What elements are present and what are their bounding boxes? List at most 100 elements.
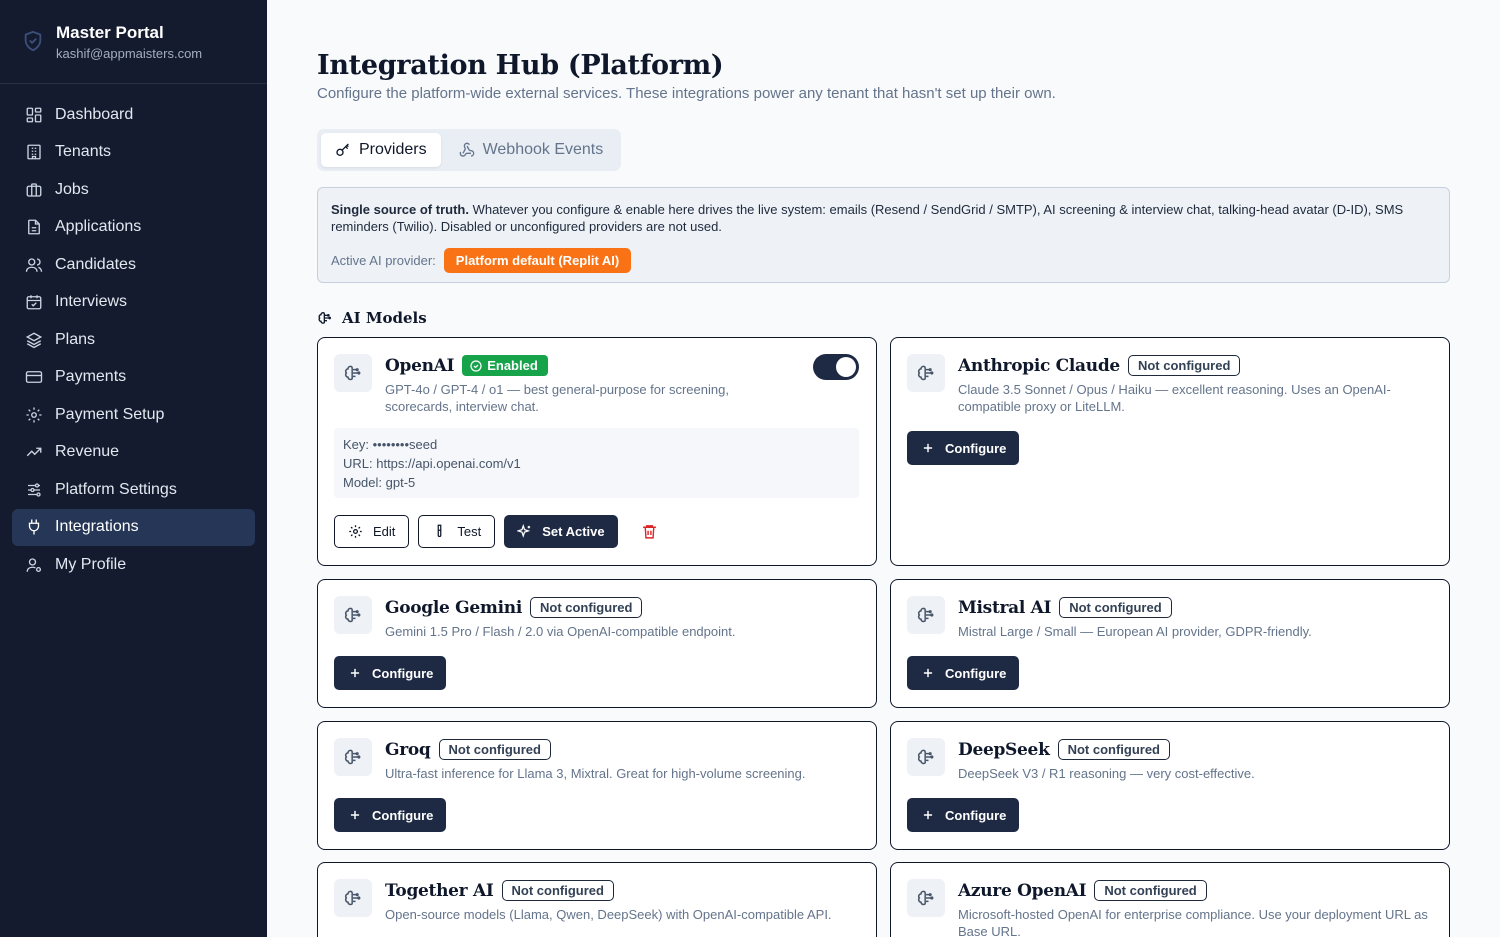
gear-icon [26, 407, 42, 423]
shield-icon [22, 29, 44, 55]
status-badge: Not configured [529, 597, 643, 618]
status-badge: Not configured [1094, 880, 1207, 901]
set-active-button[interactable]: Set Active [504, 515, 618, 548]
brain-icon [907, 596, 945, 634]
brain-icon [907, 354, 945, 392]
provider-name: Azure OpenAI [958, 880, 1087, 901]
provider-card-openai: OpenAI Enabled GPT-4o / GPT-4 / o1 — bes… [317, 337, 877, 566]
users-icon [25, 258, 43, 272]
key-icon [336, 143, 349, 156]
gear-icon [349, 525, 362, 538]
sparkles-icon [517, 524, 531, 538]
sidebar-item-label: My Profile [55, 555, 127, 573]
status-badge: Not configured [1059, 597, 1172, 618]
tab-label: Providers [359, 141, 427, 158]
provider-header: Azure OpenAI Not configured [958, 880, 1207, 901]
brain-icon [907, 738, 945, 776]
sidebar-item-jobs[interactable]: Jobs [12, 171, 255, 209]
configure-button[interactable]: Configure [907, 656, 1020, 690]
sidebar-item-label: Jobs [55, 180, 89, 198]
status-badge: Not configured [1127, 355, 1241, 376]
edit-button[interactable]: Edit [334, 515, 410, 548]
sidebar-item-plans[interactable]: Plans [12, 321, 255, 359]
calendar-check-icon [26, 295, 42, 310]
card-actions: Edit Test Set Active [334, 515, 661, 548]
configure-button[interactable]: Configure [907, 798, 1020, 832]
sidebar-item-label: Candidates [55, 255, 136, 273]
check-circle-icon [470, 359, 482, 372]
test-tube-icon [438, 524, 442, 538]
provider-header: Mistral AI Not configured [958, 597, 1172, 618]
section-title: AI Models [342, 309, 427, 327]
sidebar-item-label: Applications [55, 218, 142, 236]
config-url: URL: https://api.openai.com/v1 [343, 456, 521, 471]
configure-label: Configure [372, 665, 434, 681]
config-key: Key: ••••••••seed [343, 437, 438, 452]
provider-description: GPT-4o / GPT-4 / o1 — best general-purpo… [385, 382, 729, 414]
brain-icon [318, 311, 331, 324]
tab-providers[interactable]: Providers [321, 133, 441, 167]
dashboard-icon [26, 107, 42, 123]
brain-icon [334, 354, 372, 392]
credit-card-icon [25, 371, 43, 384]
page-title: Integration Hub (Platform) [317, 50, 724, 81]
sidebar-item-applications[interactable]: Applications [12, 209, 255, 247]
provider-description: Gemini 1.5 Pro / Flash / 2.0 via OpenAI-… [385, 624, 736, 639]
provider-name: DeepSeek [958, 739, 1050, 760]
trending-up-icon [26, 447, 42, 457]
sidebar-item-my-profile[interactable]: My Profile [12, 546, 255, 584]
configure-label: Configure [945, 440, 1007, 456]
provider-name: Groq [385, 739, 431, 760]
sidebar-item-platform-settings[interactable]: Platform Settings [12, 471, 255, 509]
notice-text: Single source of truth. Whatever you con… [331, 201, 1436, 235]
sidebar-item-tenants[interactable]: Tenants [12, 134, 255, 172]
sidebar-item-revenue[interactable]: Revenue [12, 434, 255, 472]
provider-name: Anthropic Claude [958, 355, 1120, 376]
provider-name: Mistral AI [958, 597, 1052, 618]
provider-header: DeepSeek Not configured [958, 739, 1170, 760]
sidebar-item-interviews[interactable]: Interviews [12, 284, 255, 322]
status-badge: Enabled [462, 355, 548, 376]
config-summary: Key: ••••••••seed URL: https://api.opena… [334, 428, 859, 498]
sidebar-item-dashboard[interactable]: Dashboard [12, 96, 255, 134]
sidebar-item-payments[interactable]: Payments [12, 359, 255, 397]
configure-label: Configure [945, 665, 1007, 681]
sidebar-item-candidates[interactable]: Candidates [12, 246, 255, 284]
configure-label: Configure [372, 807, 434, 823]
provider-header: Groq Not configured [385, 739, 551, 760]
configure-button[interactable]: Configure [334, 798, 447, 832]
plus-icon [923, 443, 933, 453]
tab-webhook-events[interactable]: Webhook Events [445, 133, 618, 167]
plus-icon [923, 668, 933, 678]
active-provider-badge: Platform default (Replit AI) [443, 248, 632, 273]
configure-button[interactable]: Configure [907, 431, 1020, 465]
configure-button[interactable]: Configure [334, 656, 447, 690]
provider-header: Together AI Not configured [385, 880, 614, 901]
sidebar-item-label: Dashboard [55, 105, 134, 123]
provider-card-mistral: Mistral AI Not configured Mistral Large … [890, 579, 1450, 708]
provider-description: Claude 3.5 Sonnet / Opus / Haiku — excel… [958, 382, 1391, 414]
brain-icon [334, 879, 372, 917]
brand: Master Portal kashif@appmaisters.com [0, 0, 267, 84]
provider-name: Google Gemini [385, 597, 522, 618]
sidebar-item-label: Integrations [55, 518, 139, 536]
tab-label: Webhook Events [482, 141, 604, 158]
provider-name: OpenAI [385, 355, 455, 376]
enable-toggle[interactable] [813, 354, 859, 380]
briefcase-icon [26, 183, 42, 197]
sidebar-item-integrations[interactable]: Integrations [12, 508, 255, 546]
test-button[interactable]: Test [418, 515, 496, 548]
plus-icon [350, 668, 360, 678]
sidebar-item-payment-setup[interactable]: Payment Setup [12, 396, 255, 434]
tabs: Providers Webhook Events [317, 129, 622, 171]
sidebar-item-label: Payment Setup [55, 405, 165, 423]
provider-card-anthropic: Anthropic Claude Not configured Claude 3… [890, 337, 1450, 566]
user-cog-icon [26, 558, 42, 572]
delete-button[interactable] [639, 521, 661, 543]
edit-label: Edit [373, 524, 396, 539]
page-subtitle: Configure the platform-wide external ser… [317, 85, 1056, 102]
webhook-icon [459, 142, 474, 157]
trash-icon [643, 525, 657, 539]
provider-description: Open-source models (Llama, Qwen, DeepSee… [385, 907, 832, 922]
layers-icon [25, 332, 43, 349]
